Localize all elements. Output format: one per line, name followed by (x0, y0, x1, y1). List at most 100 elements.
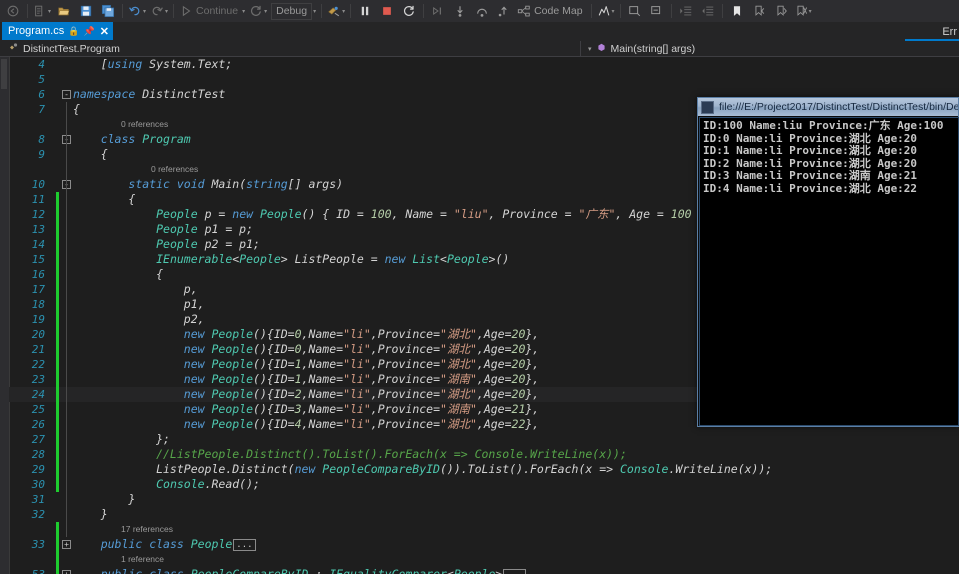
code-token: p, (73, 282, 198, 296)
step-out-icon[interactable] (493, 1, 515, 21)
outline-guide (66, 297, 67, 312)
chevron-down-icon[interactable]: ▾ (611, 8, 615, 15)
code-token: static (128, 177, 170, 191)
code-line[interactable]: 33+ public class People... (9, 537, 959, 552)
stop-debugging-icon[interactable] (376, 1, 398, 21)
step-over-icon[interactable] (471, 1, 493, 21)
chevron-down-icon[interactable]: ▾ (312, 8, 316, 15)
undo-icon[interactable]: ▾ (126, 1, 148, 21)
chevron-down-icon[interactable]: ▾ (241, 8, 245, 15)
code-line[interactable]: 31 } (9, 492, 959, 507)
console-system-icon[interactable] (701, 101, 714, 114)
code-token: < (447, 567, 454, 574)
console-output-line: ID:1 Name:li Province:湖北 Age:20 (703, 145, 959, 158)
codelens-reference-count[interactable]: 1 reference (121, 552, 164, 567)
outline-guide (66, 507, 67, 522)
type-dropdown[interactable]: DistinctTest.Program (8, 40, 120, 57)
code-token: ,Age= (477, 387, 512, 401)
code-line[interactable]: 32 } (9, 507, 959, 522)
code-line[interactable]: 28 //ListPeople.Distinct().ToList().ForE… (9, 447, 959, 462)
code-text: new People(){ID=0,Name="li",Province="湖北… (73, 327, 539, 342)
code-token: { (73, 267, 163, 281)
navigate-backward-icon[interactable] (2, 1, 24, 21)
code-token: ,Name= (302, 417, 344, 431)
decrease-indent-icon[interactable] (697, 1, 719, 21)
codelens-line[interactable]: 17 references (9, 522, 959, 537)
continue-button[interactable]: Continue▾ (177, 1, 247, 21)
chevron-down-icon[interactable]: ▾ (47, 8, 51, 15)
line-number: 5 (9, 72, 45, 87)
code-text: ListPeople.Distinct(new PeopleCompareByI… (73, 462, 772, 477)
code-line[interactable]: 5 (9, 72, 959, 87)
code-line[interactable]: 53+ public class PeopleCompareByID : IEq… (9, 567, 959, 574)
chevron-down-icon[interactable]: ▾ (808, 8, 812, 15)
open-file-icon[interactable] (53, 1, 75, 21)
code-line[interactable]: 4 [using System.Text; (9, 57, 959, 72)
console-output-window[interactable]: file:///E:/Project2017/DistinctTest/Dist… (697, 97, 959, 427)
next-bookmark-icon[interactable] (770, 1, 792, 21)
lock-icon[interactable]: 🔒 (68, 26, 79, 37)
uncomment-selection-icon[interactable] (646, 1, 668, 21)
pin-icon[interactable]: 📌 (83, 26, 94, 37)
error-list-stub-label[interactable]: Err (942, 26, 957, 38)
new-project-icon[interactable]: ▾ (31, 1, 53, 21)
codelens-reference-count[interactable]: 17 references (121, 522, 173, 537)
codelens-reference-count[interactable]: 0 references (151, 162, 198, 177)
console-title-bar[interactable]: file:///E:/Project2017/DistinctTest/Dist… (698, 98, 958, 116)
restart-icon[interactable]: ▾ (247, 1, 269, 21)
navbar-divider (580, 41, 581, 56)
codelens-reference-count[interactable]: 0 references (121, 117, 168, 132)
break-all-icon[interactable] (354, 1, 376, 21)
code-token (205, 417, 212, 431)
comment-selection-icon[interactable] (624, 1, 646, 21)
expand-outline-icon[interactable]: + (62, 570, 71, 574)
expand-outline-icon[interactable]: + (62, 540, 71, 549)
chevron-down-icon[interactable]: ▾ (263, 8, 267, 15)
line-number: 22 (9, 357, 45, 372)
code-token: }, (525, 402, 539, 416)
code-token: "li" (343, 327, 371, 341)
increase-indent-icon[interactable] (675, 1, 697, 21)
diagnostic-tools-icon[interactable]: ▾ (595, 1, 617, 21)
code-line[interactable]: 29 ListPeople.Distinct(new PeopleCompare… (9, 462, 959, 477)
chevron-down-icon[interactable]: ▾ (164, 8, 168, 15)
debug-config-dropdown[interactable]: Debug▾ (269, 1, 318, 21)
code-token: { (73, 192, 135, 206)
save-all-icon[interactable] (97, 1, 119, 21)
scrollbar-thumb[interactable] (1, 59, 7, 89)
close-icon[interactable]: ✕ (100, 25, 109, 38)
code-line[interactable]: 30 Console.Read(); (9, 477, 959, 492)
attach-to-process-icon[interactable]: ▾ (325, 1, 347, 21)
step-into-icon[interactable] (449, 1, 471, 21)
change-bar (56, 282, 59, 297)
toggle-bookmark-icon[interactable] (726, 1, 748, 21)
chevron-down-icon[interactable]: ▾ (142, 8, 146, 15)
member-dropdown[interactable]: ▾ Main(string[] args) (588, 40, 695, 57)
chevron-down-icon[interactable]: ▾ (588, 45, 592, 53)
debug-config-dropdown-box[interactable]: Debug (271, 3, 312, 20)
code-token: ,Province= (371, 372, 440, 386)
outline-guide (66, 447, 67, 462)
collapsed-region-button[interactable]: ... (233, 539, 255, 551)
previous-bookmark-icon[interactable] (748, 1, 770, 21)
code-token: : (308, 567, 329, 574)
save-icon[interactable] (75, 1, 97, 21)
outline-guide (66, 387, 67, 402)
line-number: 31 (9, 492, 45, 507)
redo-icon[interactable]: ▾ (148, 1, 170, 21)
code-token: People (191, 537, 233, 551)
collapse-outline-icon[interactable]: - (62, 90, 71, 99)
tab-program-cs[interactable]: Program.cs 🔒 📌 ✕ (2, 22, 113, 40)
change-bar (56, 402, 59, 417)
restart-debugging-icon[interactable] (398, 1, 420, 21)
clear-bookmarks-icon[interactable]: ▾ (792, 1, 814, 21)
chevron-down-icon[interactable]: ▾ (341, 8, 345, 15)
code-line[interactable]: 27 }; (9, 432, 959, 447)
stop-icon (380, 4, 394, 18)
codelens-line[interactable]: 1 reference (9, 552, 959, 567)
show-next-statement-icon[interactable] (427, 1, 449, 21)
collapsed-region-button[interactable]: ... (503, 569, 525, 574)
outline-guide (66, 477, 67, 492)
line-number: 7 (9, 102, 45, 117)
code-map-button[interactable]: Code Map (515, 1, 587, 21)
